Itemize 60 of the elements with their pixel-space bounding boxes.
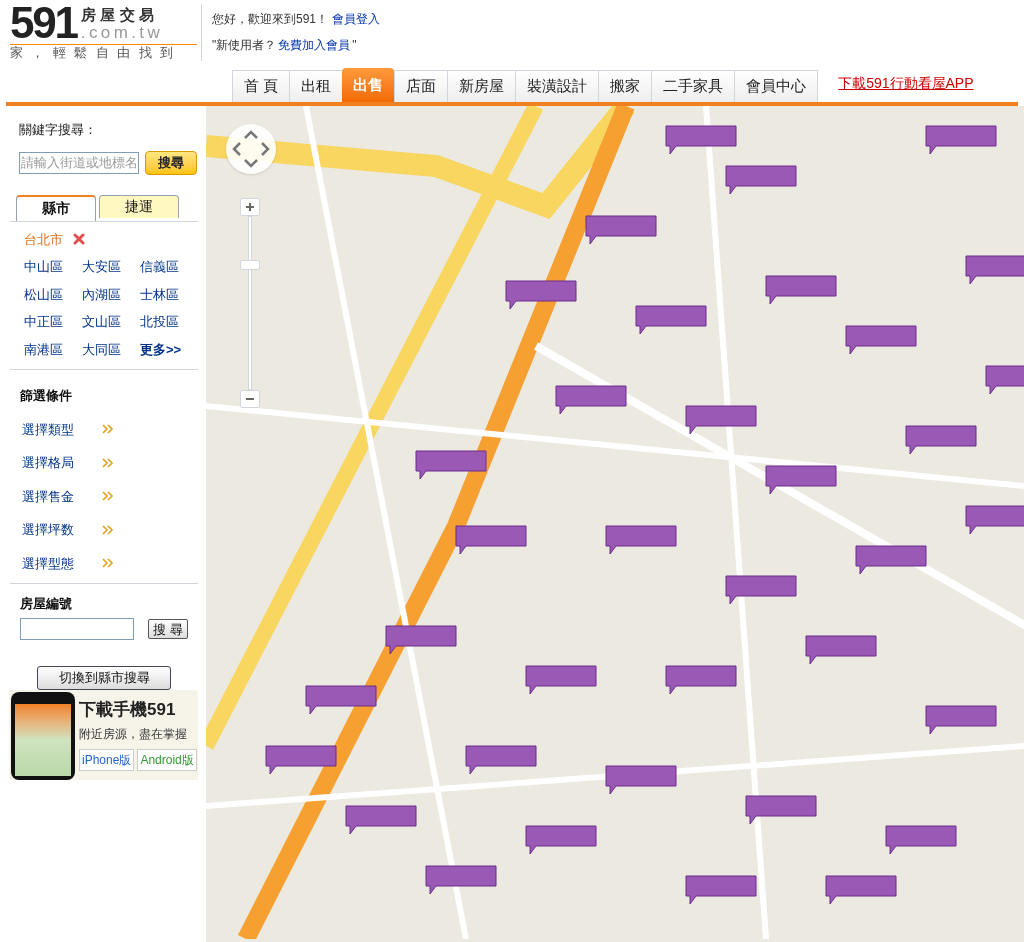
district-link[interactable]: 南港區 (24, 339, 82, 359)
selected-city: 台北市 (24, 230, 63, 249)
filter-link[interactable]: 選擇格局 (22, 453, 74, 473)
district-link[interactable]: 中正區 (24, 312, 82, 332)
district-link[interactable]: 中山區 (24, 257, 82, 277)
new-user-prompt: "新使用者？ (212, 37, 277, 54)
promo-subtitle: 附近房源，盡在掌握 (79, 725, 188, 743)
switch-button[interactable]: 切換到縣市搜尋 (37, 665, 171, 690)
filter-link[interactable]: 選擇售金 (22, 486, 74, 506)
search-button[interactable]: 搜尋 (145, 150, 197, 175)
house-id-title: 房屋編號 (19, 595, 73, 613)
pan-control[interactable] (226, 124, 276, 174)
district-link[interactable]: 大安區 (82, 257, 140, 277)
nav-tab[interactable]: 二手家具 (651, 70, 735, 102)
logo-domain: .com.tw (80, 24, 164, 42)
nav-tab[interactable]: 首 頁 (233, 70, 290, 102)
district-link[interactable]: 士林區 (140, 284, 198, 304)
double-chevron-icon[interactable] (102, 558, 114, 569)
filter-link[interactable]: 選擇型態 (22, 553, 74, 573)
region-tab[interactable]: 捷運 (99, 194, 179, 218)
house-id-input[interactable] (20, 617, 134, 640)
quote-mark: " (352, 37, 357, 54)
filter-title: 篩選條件 (19, 387, 73, 405)
double-chevron-icon[interactable] (102, 491, 114, 502)
keyword-label: 關鍵字搜尋： (18, 121, 98, 139)
app-store-button[interactable]: iPhone版 (79, 748, 135, 771)
district-link[interactable]: 北投區 (140, 312, 198, 332)
nav-tab[interactable]: 裝潢設計 (515, 70, 599, 102)
district-link[interactable]: 文山區 (82, 312, 140, 332)
district-link[interactable]: 信義區 (140, 257, 198, 277)
nav-tab[interactable]: 店面 (394, 70, 448, 102)
app-download-link[interactable]: 下載591行動看屋APP (838, 73, 974, 94)
double-chevron-icon[interactable] (102, 457, 114, 468)
nav-tab[interactable]: 新房屋 (447, 70, 516, 102)
double-chevron-icon[interactable] (102, 424, 114, 435)
signup-link[interactable]: 免費加入會員 (278, 36, 351, 54)
logo-number: 591 (10, 4, 77, 42)
district-link[interactable]: 大同區 (82, 339, 140, 359)
district-link[interactable]: 更多>> (140, 339, 198, 359)
remove-icon[interactable] (73, 233, 85, 246)
filter-link[interactable]: 選擇類型 (22, 419, 74, 439)
minus-icon (246, 398, 254, 400)
promo-title: 下載手機591 (79, 699, 177, 720)
app-store-button[interactable]: Android版 (137, 748, 197, 771)
district-link[interactable]: 內湖區 (82, 284, 140, 304)
region-tab[interactable]: 縣市 (16, 194, 96, 221)
nav-tab[interactable]: 搬家 (598, 70, 652, 102)
zoom-slider-thumb[interactable] (240, 260, 260, 271)
login-link[interactable]: 會員登入 (332, 10, 381, 28)
zoom-out-button[interactable] (240, 390, 260, 408)
logo-slogan: 家，輕鬆自由找到 (10, 44, 197, 61)
double-chevron-icon[interactable] (102, 524, 114, 535)
keyword-input[interactable]: 請輸入街道或地標名 (19, 151, 139, 174)
greeting-text: 您好，歡迎來到591！ (212, 11, 329, 28)
nav-tab[interactable]: 會員中心 (734, 70, 818, 102)
filter-link[interactable]: 選擇坪数 (22, 520, 74, 540)
zoom-in-button[interactable] (240, 198, 260, 216)
district-link[interactable]: 松山區 (24, 284, 82, 304)
logo-text: 房屋交易 (80, 6, 160, 24)
house-id-search-button[interactable]: 搜 尋 (148, 618, 188, 639)
